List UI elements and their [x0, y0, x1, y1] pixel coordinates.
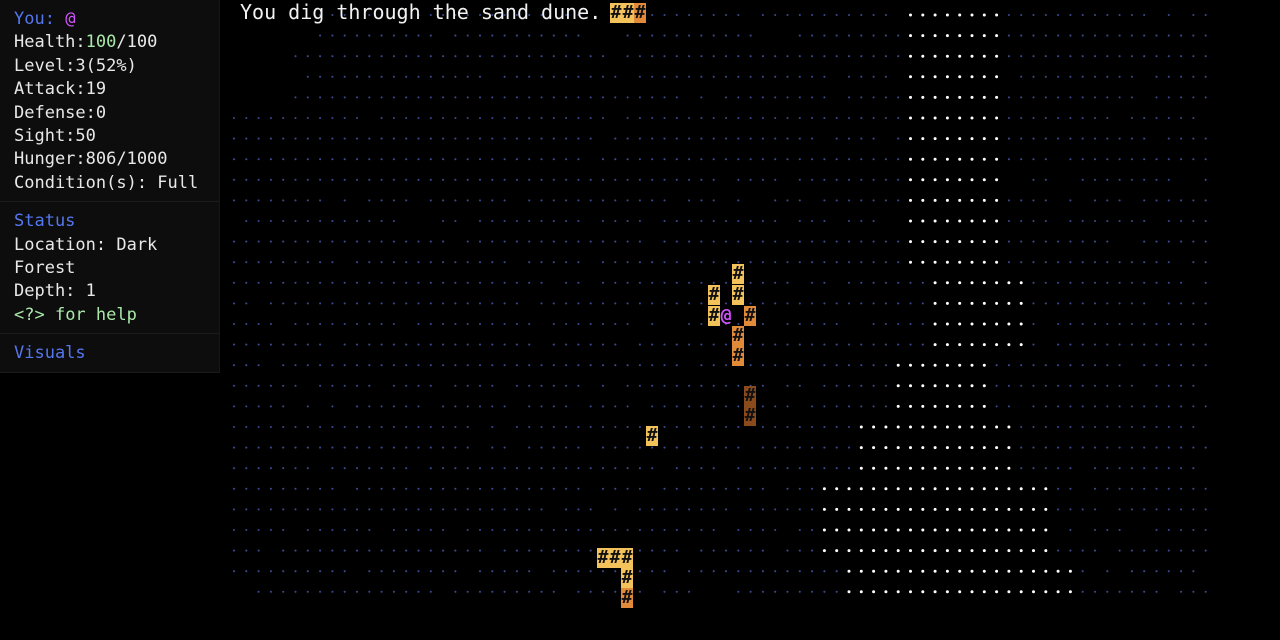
depth-line: Depth: 1 [14, 281, 96, 302]
sand-dune-wall: # [732, 325, 744, 346]
help-key: <?> [14, 304, 45, 325]
location-line-1: Location: Dark [14, 234, 158, 255]
sand-dune-wall: # [621, 547, 633, 568]
sand-dune-wall: # [744, 385, 756, 406]
sand-dune-wall: # [732, 263, 744, 284]
sand-dune-wall: # [732, 345, 744, 366]
attack-stat: Attack:19 [14, 79, 107, 100]
hunger-stat: Hunger:806/1000 [14, 149, 168, 170]
sight-stat: Sight:50 [14, 126, 96, 147]
player-heading: You: [14, 9, 55, 29]
player-line: You: @ [14, 8, 219, 31]
conditions-stat: Condition(s): Full [14, 172, 199, 193]
visuals-heading: Visuals [14, 343, 86, 364]
status-heading: Status [14, 211, 76, 232]
sand-dune-wall: # [622, 2, 634, 23]
level-stat: Level:3(52%) [14, 55, 137, 76]
sand-dune-wall: # [597, 547, 609, 568]
player-glyph: @ [65, 9, 76, 29]
player-character[interactable]: @ [720, 306, 732, 326]
help-line[interactable]: <?> for help [14, 304, 219, 327]
help-text: for help [44, 304, 137, 325]
sand-dune-wall: # [646, 425, 658, 446]
location-line-2: Forest [14, 258, 76, 279]
sand-dune-wall: # [621, 587, 633, 608]
health-max: /100 [116, 32, 158, 53]
sand-dune-wall: # [610, 2, 622, 23]
status-panel: Status Location: Dark Forest Depth: 1 <?… [0, 202, 219, 335]
sand-dune-wall: # [708, 305, 720, 326]
sand-dune-wall: # [634, 2, 646, 23]
sand-dune-wall: # [732, 284, 744, 305]
sand-dune-wall: # [621, 567, 633, 588]
health-line: Health:100/100 [14, 31, 219, 54]
message-log: You dig through the sand dune. [240, 0, 602, 24]
sand-dune-wall: # [708, 284, 720, 305]
sand-dune-wall: # [744, 305, 756, 326]
visuals-panel[interactable]: Visuals [0, 334, 219, 373]
player-panel: You: @ Health:100/100 Level:3(52%) Attac… [0, 0, 219, 203]
sidebar: You: @ Health:100/100 Level:3(52%) Attac… [0, 0, 220, 373]
sand-dune-wall: # [744, 405, 756, 426]
defense-stat: Defense:0 [14, 102, 107, 123]
sand-dune-wall: # [609, 547, 621, 568]
health-label: Health: [14, 32, 86, 53]
health-current: 100 [85, 32, 117, 53]
